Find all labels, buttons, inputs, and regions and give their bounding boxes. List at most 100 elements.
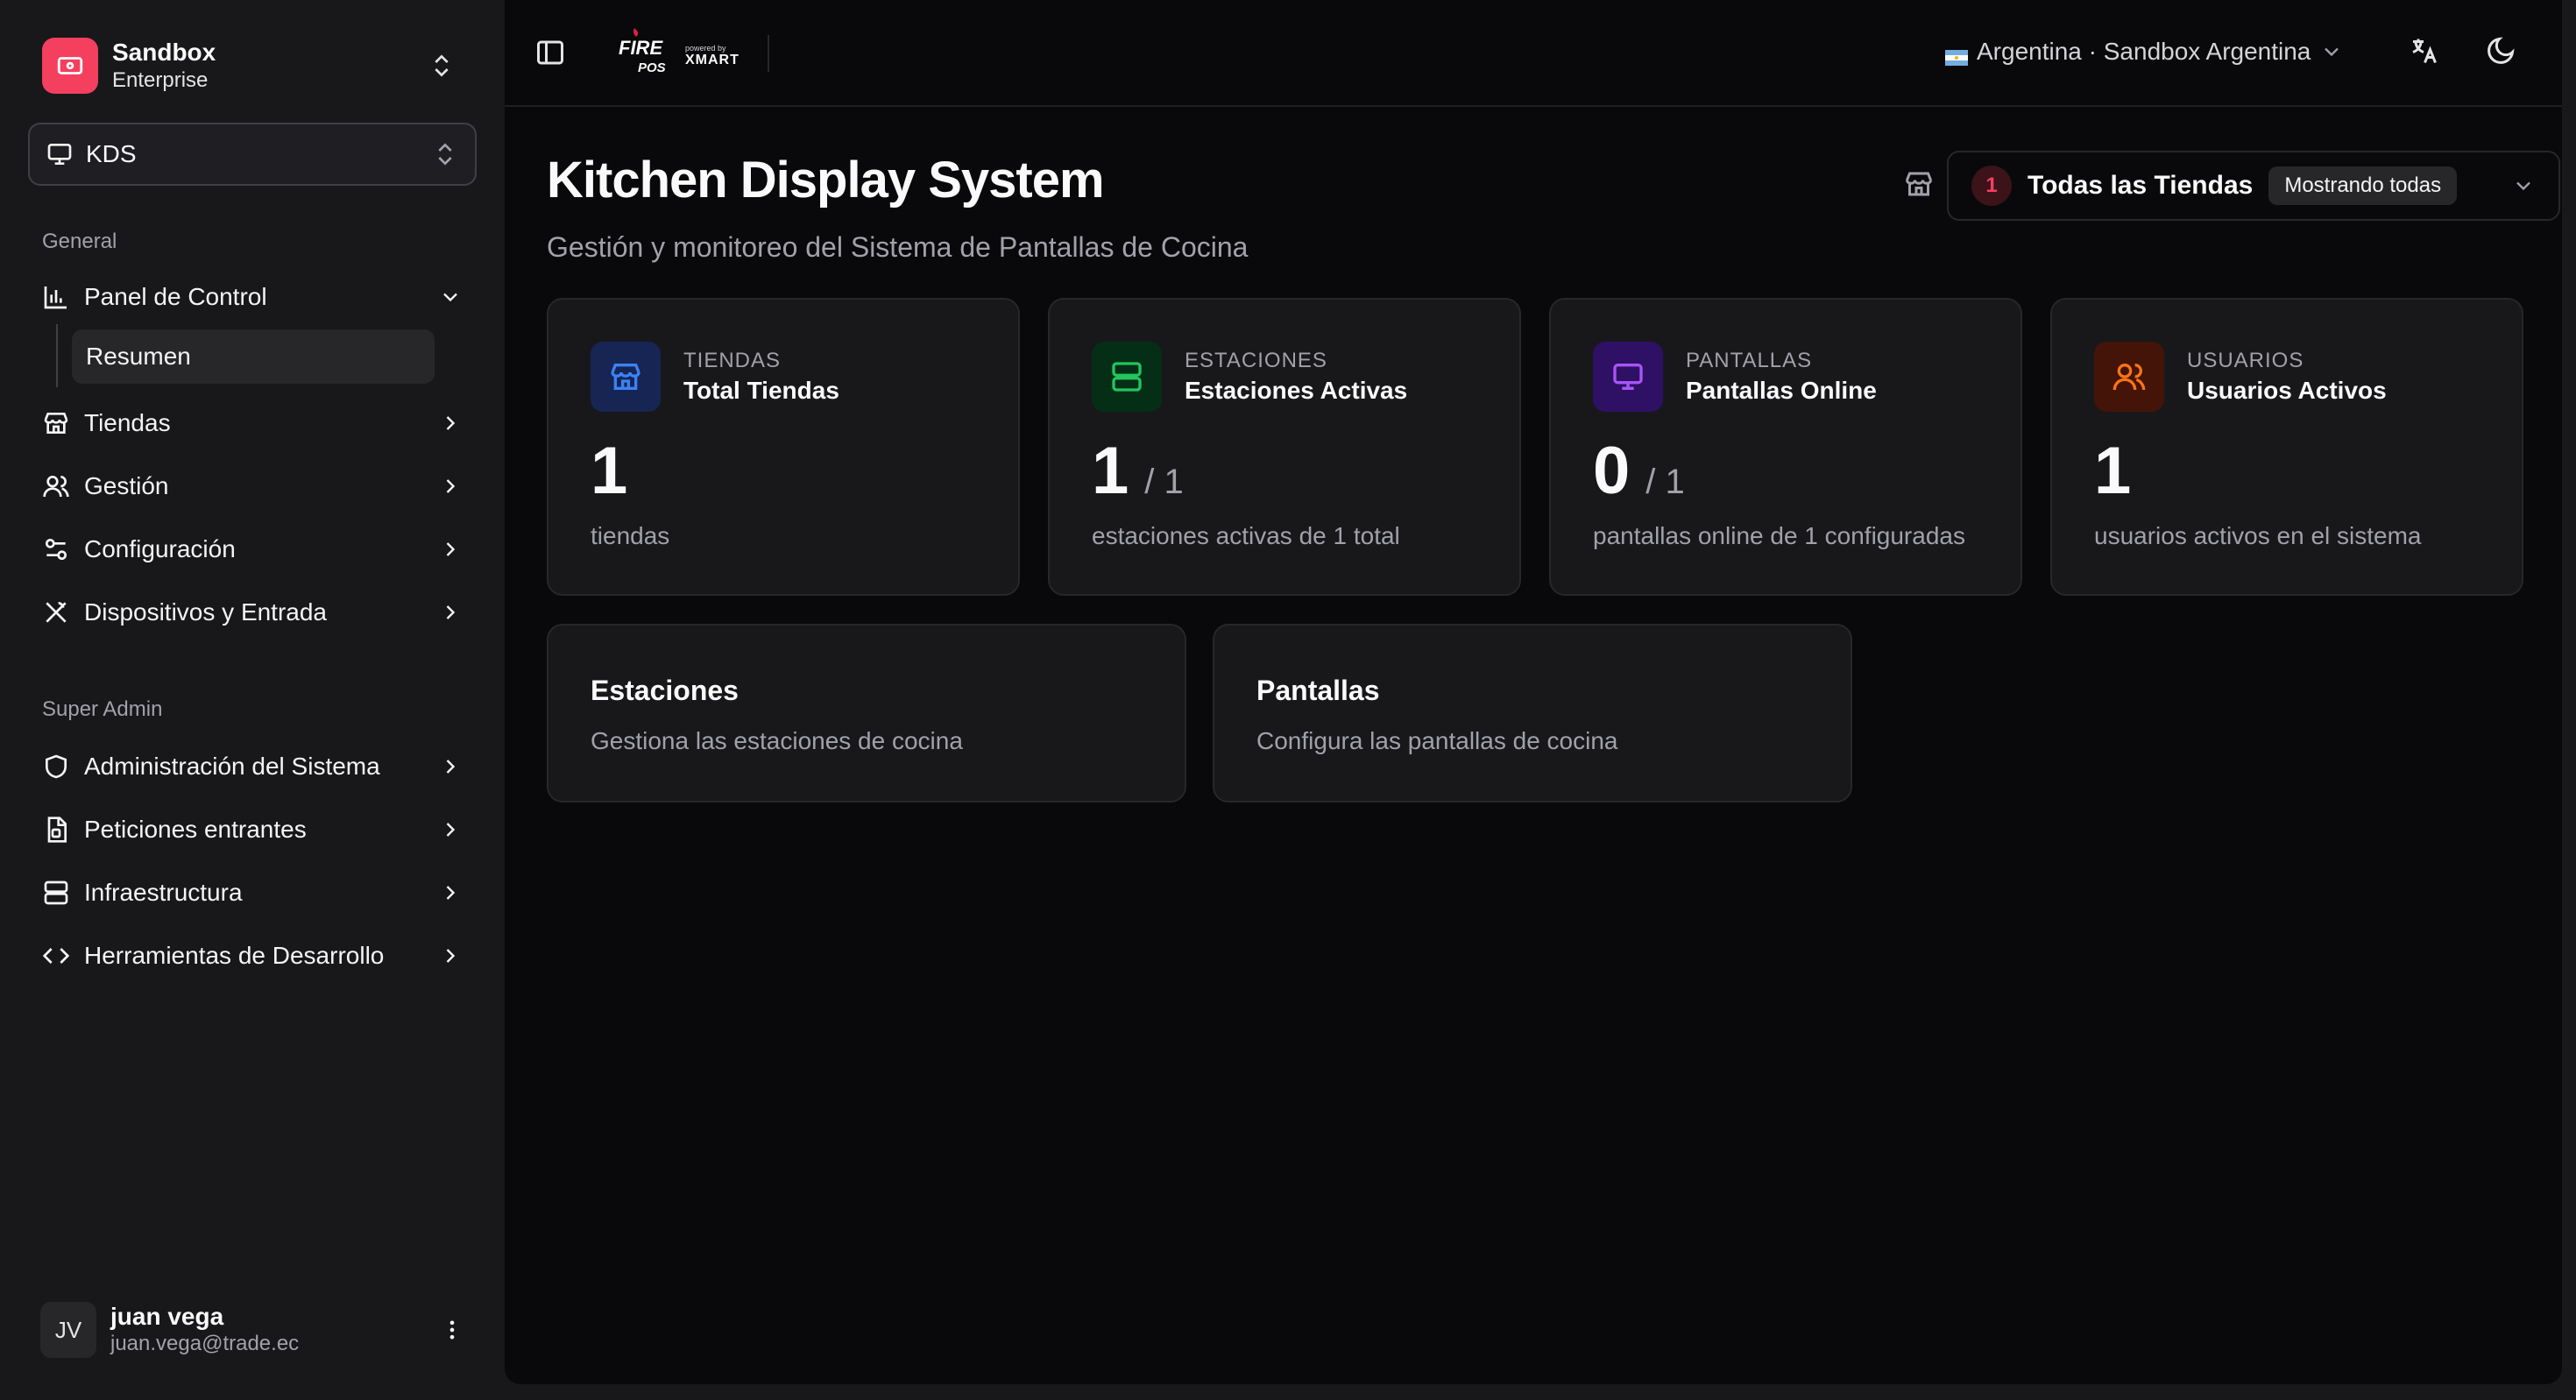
nav-card-description: Configura las pantallas de cocina (1256, 727, 1618, 754)
sidebar-item-label: Infraestructura (84, 879, 243, 906)
chevron-right-icon (446, 760, 456, 774)
store-filter-label: Todas las Tiendas (2028, 171, 2254, 200)
team-switcher[interactable]: Sandbox Enterprise (28, 26, 468, 105)
partner-name: XMART (685, 53, 740, 67)
sidebar-item-tiendas[interactable]: Tiendas (28, 396, 477, 450)
country-selector[interactable]: Argentina · Sandbox Argentina (1945, 32, 2344, 72)
stat-card-estaciones: ESTACIONES Estaciones Activas 1 / 1 esta… (1048, 298, 1521, 596)
sidebar-item-label: Panel de Control (84, 283, 267, 310)
stat-category: PANTALLAS (1686, 349, 1813, 372)
sidebar-item-herramientas[interactable]: Herramientas de Desarrollo (28, 929, 477, 983)
chevron-down-icon (2325, 47, 2339, 57)
more-vertical-icon[interactable] (440, 1318, 464, 1342)
module-selector[interactable]: KDS (28, 123, 477, 186)
stat-card-pantallas: PANTALLAS Pantallas Online 0 / 1 pantall… (1549, 298, 2022, 596)
powered-by-text: powered by (685, 44, 726, 53)
stat-value: 1 (1092, 434, 1129, 508)
stat-category: TIENDAS (683, 349, 782, 372)
sidebar-item-gestion[interactable]: Gestión (28, 459, 477, 513)
nav-card-title: Estaciones (591, 675, 739, 706)
sidebar-item-label: Configuración (84, 535, 236, 562)
nav-card-pantallas[interactable]: Pantallas Configura las pantallas de coc… (1213, 624, 1852, 803)
store-icon (44, 413, 68, 434)
app: Sandbox Enterprise KDS General Panel de … (0, 0, 2576, 1400)
user-menu[interactable]: JV juan vega juan.vega@trade.ec (28, 1293, 477, 1367)
chevron-right-icon (446, 605, 456, 619)
stat-description: estaciones activas de 1 total (1092, 522, 1400, 549)
country-label: Argentina · Sandbox Argentina (1977, 38, 2311, 65)
chevron-right-icon (446, 416, 456, 430)
server-icon (1092, 342, 1162, 412)
sidebar-item-administracion[interactable]: Administración del Sistema (28, 739, 477, 794)
chevron-right-icon (446, 479, 456, 493)
monitor-icon (1593, 342, 1663, 412)
team-name: Sandbox (112, 39, 216, 66)
server-icon (44, 880, 68, 905)
sidebar-item-configuracion[interactable]: Configuración (28, 522, 477, 576)
sidebar-subitem-resumen[interactable]: Resumen (72, 329, 435, 384)
sidebar-item-label: Tiendas (84, 409, 171, 436)
stat-description: tiendas (591, 522, 670, 549)
brand-line2: POS (638, 60, 666, 75)
sidebar-toggle-icon[interactable] (534, 37, 566, 68)
stat-title: Pantallas Online (1686, 377, 1877, 404)
sliders-icon (45, 539, 67, 560)
xmart-logo: powered by XMART (685, 44, 747, 70)
team-logo-icon (42, 38, 98, 94)
stat-total: / 1 (1144, 463, 1184, 501)
section-label-general: General (42, 230, 117, 253)
sidebar-item-infraestructura[interactable]: Infraestructura (28, 866, 477, 920)
translate-icon[interactable] (2408, 35, 2439, 67)
chevron-down-icon (443, 293, 457, 302)
stat-category: ESTACIONES (1185, 349, 1327, 372)
brand-line1: FIRE (619, 37, 663, 59)
page-subtitle: Gestión y monitoreo del Sistema de Panta… (547, 231, 1249, 263)
stat-value: 1 (591, 434, 628, 508)
nav-card-title: Pantallas (1256, 675, 1380, 706)
users-icon (2094, 342, 2164, 412)
section-label-super-admin: Super Admin (42, 697, 163, 721)
stat-card-tiendas: TIENDAS Total Tiendas 1 tiendas (547, 298, 1020, 596)
chevron-right-icon (446, 823, 456, 837)
chevrons-up-down-icon (438, 143, 452, 166)
chevron-down-icon (2516, 181, 2530, 191)
stat-card-usuarios: USUARIOS Usuarios Activos 1 usuarios act… (2050, 298, 2523, 596)
chevron-right-icon (446, 949, 456, 963)
module-label: KDS (86, 140, 137, 167)
team-plan: Enterprise (112, 68, 209, 92)
sidebar-item-label: Dispositivos y Entrada (84, 598, 328, 626)
stat-category: USUARIOS (2187, 349, 2304, 372)
stat-title: Total Tiendas (683, 377, 839, 404)
main-content: FIRE POS powered by XMART Argentina · Sa… (505, 0, 2562, 1384)
stat-description: pantallas online de 1 configuradas (1593, 522, 1965, 549)
user-name: juan vega (110, 1303, 224, 1330)
nav-card-estaciones[interactable]: Estaciones Gestiona las estaciones de co… (547, 624, 1186, 803)
topbar-divider (768, 35, 769, 72)
chevron-right-icon (446, 886, 456, 900)
stat-value: 1 (2094, 434, 2132, 508)
sidebar-item-peticiones[interactable]: Peticiones entrantes (28, 803, 477, 857)
sidebar-item-panel-de-control[interactable]: Panel de Control (28, 270, 477, 324)
stat-title: Estaciones Activas (1185, 377, 1408, 404)
sidebar: Sandbox Enterprise KDS General Panel de … (0, 0, 503, 1400)
argentina-flag-icon (1945, 44, 1968, 66)
stat-value: 0 (1593, 434, 1631, 508)
store-count-badge: 1 (1971, 166, 2012, 206)
sidebar-item-label: Gestión (84, 472, 169, 499)
store-icon (591, 342, 661, 412)
store-icon (1906, 172, 1932, 196)
topbar: FIRE POS powered by XMART Argentina · Sa… (505, 0, 2562, 107)
store-filter-select[interactable]: 1 Todas las Tiendas Mostrando todas (1947, 151, 2560, 221)
sidebar-item-label: Administración del Sistema (84, 753, 380, 780)
bar-chart-icon (44, 286, 67, 309)
users-icon (43, 476, 69, 498)
sidebar-item-dispositivos[interactable]: Dispositivos y Entrada (28, 585, 477, 640)
sidebar-item-label: Herramientas de Desarrollo (84, 942, 385, 969)
nav-card-description: Gestiona las estaciones de cocina (591, 727, 963, 754)
store-filter-tag: Mostrando todas (2268, 166, 2458, 205)
utensils-icon (46, 602, 67, 623)
shield-icon (46, 754, 67, 779)
sidebar-item-label: Peticiones entrantes (84, 816, 307, 843)
firepos-logo: FIRE POS (617, 26, 669, 79)
moon-icon[interactable] (2485, 35, 2516, 67)
